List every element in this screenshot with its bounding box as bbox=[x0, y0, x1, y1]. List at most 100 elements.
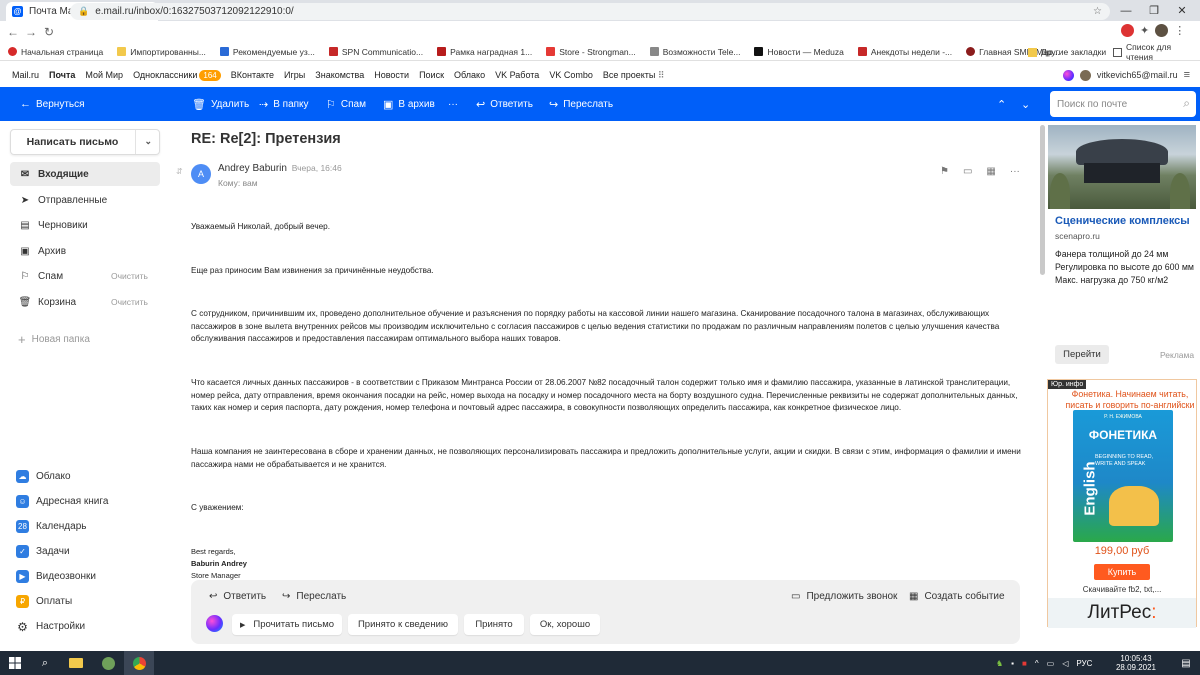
forward-button[interactable]: ↪ Переслать bbox=[549, 87, 613, 121]
next-message-button[interactable]: ⌄ bbox=[1021, 87, 1030, 121]
avatar[interactable] bbox=[1079, 69, 1091, 81]
bookmark-item[interactable]: Импортированны... bbox=[117, 47, 206, 57]
url-field[interactable]: 🔒 e.mail.ru/inbox/0:16327503712092122910… bbox=[70, 3, 1110, 20]
bookmark-item[interactable]: Store - Strongman... bbox=[546, 47, 636, 57]
clear-spam-button[interactable]: Очистить bbox=[111, 271, 148, 281]
portal-link[interactable]: VK Combo bbox=[549, 70, 593, 80]
portal-link-ok[interactable]: Одноклассники 164 bbox=[133, 69, 221, 81]
sidebar-item-spam[interactable]: ⚐ Спам Очистить bbox=[10, 264, 160, 288]
service-tasks[interactable]: ✓ Задачи bbox=[16, 545, 70, 558]
calendar-event-icon[interactable]: ▦ bbox=[986, 166, 995, 177]
service-calendar[interactable]: 28 Календарь bbox=[16, 520, 86, 533]
portal-link[interactable]: Знакомства bbox=[315, 70, 364, 80]
taskbar-clock[interactable]: 10:05:43 28.09.2021 bbox=[1116, 654, 1156, 672]
back-button[interactable]: ← Вернуться bbox=[20, 87, 85, 121]
quick-reply-chip[interactable]: Принято к сведению bbox=[348, 614, 458, 635]
service-settings[interactable]: ⚙ Настройки bbox=[16, 620, 85, 634]
archive-button[interactable]: ▣ В архив bbox=[383, 87, 435, 121]
spam-button[interactable]: ⚐ Спам bbox=[326, 87, 366, 121]
read-aloud-button[interactable]: ▶ Прочитать письмо bbox=[232, 614, 342, 635]
bookmark-item[interactable]: Начальная страница bbox=[8, 47, 103, 57]
more-options-icon[interactable]: ··· bbox=[1010, 166, 1020, 177]
delete-button[interactable]: 🗑 Удалить bbox=[192, 87, 249, 121]
new-folder-button[interactable]: + Новая папка bbox=[18, 332, 90, 347]
portal-link[interactable]: Игры bbox=[284, 70, 305, 80]
reading-list[interactable]: Список для чтения bbox=[1113, 42, 1200, 62]
more-button[interactable]: ··· bbox=[448, 87, 458, 121]
service-payments[interactable]: ₽ Оплаты bbox=[16, 595, 72, 608]
service-cloud[interactable]: ☁ Облако bbox=[16, 470, 71, 483]
marusia-assistant-icon[interactable] bbox=[206, 615, 223, 632]
user-email[interactable]: vitkevich65@mail.ru bbox=[1097, 70, 1178, 80]
prev-message-button[interactable]: ⌃ bbox=[997, 87, 1006, 121]
extension-badge-icon[interactable] bbox=[1121, 24, 1134, 37]
bookmark-item[interactable]: Возможности Tele... bbox=[649, 47, 740, 57]
sidebar-item-archive[interactable]: ▣ Архив bbox=[10, 239, 160, 263]
message-scrollbar[interactable] bbox=[1040, 125, 1045, 275]
ad-title[interactable]: Сценические комплексы bbox=[1055, 215, 1190, 227]
litres-logo[interactable]: ЛитРес: bbox=[1048, 598, 1196, 628]
keyboard-language[interactable]: РУС bbox=[1076, 659, 1092, 668]
move-to-folder-button[interactable]: ⇢ В папку bbox=[259, 87, 309, 121]
tray-chevron-icon[interactable]: ^ bbox=[1035, 659, 1039, 668]
sidebar-item-sent[interactable]: ➤ Отправленные bbox=[10, 188, 160, 212]
browser-menu-icon[interactable]: ⋮ bbox=[1174, 24, 1185, 37]
service-address-book[interactable]: ☺ Адресная книга bbox=[16, 495, 108, 508]
volume-icon[interactable]: ◁ bbox=[1062, 659, 1068, 668]
maximize-icon[interactable]: ❐ bbox=[1140, 4, 1168, 17]
book-ad[interactable]: Юр. инфо Фонетика. Начинаем читать, писа… bbox=[1047, 379, 1197, 628]
propose-call-button[interactable]: ▭ Предложить звонок bbox=[791, 591, 897, 602]
clear-trash-button[interactable]: Очистить bbox=[111, 297, 148, 307]
sidebar-item-trash[interactable]: 🗑 Корзина Очистить bbox=[10, 290, 160, 314]
back-arrow-icon[interactable]: ← bbox=[4, 25, 22, 39]
quick-reply-chip[interactable]: Ок, хорошо bbox=[530, 614, 600, 635]
portal-link[interactable]: VK Работа bbox=[495, 70, 539, 80]
minimize-icon[interactable]: — bbox=[1112, 5, 1140, 17]
bookmark-item[interactable]: Рамка наградная 1... bbox=[437, 47, 532, 57]
portal-link[interactable]: Мой Мир bbox=[85, 70, 123, 80]
mail-search-input[interactable]: Поиск по почте ⌕ bbox=[1050, 91, 1196, 117]
portal-link-all-projects[interactable]: Все проекты ⠿ bbox=[603, 70, 665, 81]
compose-dropdown-chevron-icon[interactable]: ⌄ bbox=[144, 136, 152, 147]
bookmark-item[interactable]: Рекомендуемые уз... bbox=[219, 47, 315, 57]
reload-icon[interactable]: ↻ bbox=[40, 25, 58, 39]
portal-link[interactable]: Облако bbox=[454, 70, 485, 80]
marusia-icon[interactable] bbox=[1062, 69, 1074, 81]
ad-go-button[interactable]: Перейти bbox=[1055, 345, 1109, 364]
portal-link[interactable]: ВКонтакте bbox=[231, 70, 274, 80]
ad-image[interactable] bbox=[1048, 125, 1196, 209]
thread-marker-icon[interactable]: ⇵ bbox=[176, 167, 183, 176]
tray-app-icon[interactable]: ♞ bbox=[996, 659, 1003, 668]
bookmark-icon[interactable]: ⚑ bbox=[940, 166, 949, 177]
sender-name[interactable]: Andrey Baburin bbox=[218, 163, 287, 174]
app-icon[interactable] bbox=[94, 651, 122, 675]
portal-link[interactable]: Mail.ru bbox=[12, 70, 39, 80]
sidebar-item-drafts[interactable]: ▤ Черновики bbox=[10, 213, 160, 237]
bookmark-item[interactable]: Новости — Meduza bbox=[754, 47, 844, 57]
bookmark-item[interactable]: SPN Communicatio... bbox=[328, 47, 423, 57]
quick-forward-button[interactable]: ↪ Переслать bbox=[282, 591, 346, 602]
service-video-calls[interactable]: ▶ Видеозвонки bbox=[16, 570, 96, 583]
sidebar-item-inbox[interactable]: ✉ Входящие bbox=[10, 162, 160, 186]
quick-reply-button[interactable]: ↩ Ответить bbox=[209, 591, 266, 602]
search-icon[interactable]: ⌕ bbox=[32, 651, 58, 675]
portal-link-mail[interactable]: Почта bbox=[49, 70, 75, 80]
portal-link[interactable]: Новости bbox=[374, 70, 409, 80]
windows-start-icon[interactable] bbox=[0, 651, 30, 675]
chrome-taskbar-icon[interactable] bbox=[124, 651, 154, 675]
forward-arrow-icon[interactable]: → bbox=[22, 25, 40, 39]
file-explorer-icon[interactable] bbox=[62, 651, 90, 675]
create-event-button[interactable]: ▦ Создать событие bbox=[909, 591, 1005, 602]
profile-avatar[interactable] bbox=[1155, 24, 1169, 37]
bookmark-item[interactable]: Анекдоты недели -... bbox=[857, 47, 952, 57]
hamburger-menu-icon[interactable]: ≡ bbox=[1184, 69, 1190, 81]
compose-button[interactable]: Написать письмо ⌄ bbox=[10, 129, 160, 155]
battery-icon[interactable]: ▭ bbox=[1047, 659, 1055, 668]
reply-button[interactable]: ↩ Ответить bbox=[476, 87, 533, 121]
video-call-icon[interactable]: ▭ bbox=[963, 166, 972, 177]
quick-reply-chip[interactable]: Принято bbox=[464, 614, 524, 635]
other-bookmarks[interactable]: Другие закладки bbox=[1028, 43, 1106, 61]
portal-link[interactable]: Поиск bbox=[419, 70, 444, 80]
puzzle-icon[interactable]: ✦ bbox=[1140, 24, 1149, 37]
tray-app-icon[interactable]: ■ bbox=[1022, 659, 1027, 668]
